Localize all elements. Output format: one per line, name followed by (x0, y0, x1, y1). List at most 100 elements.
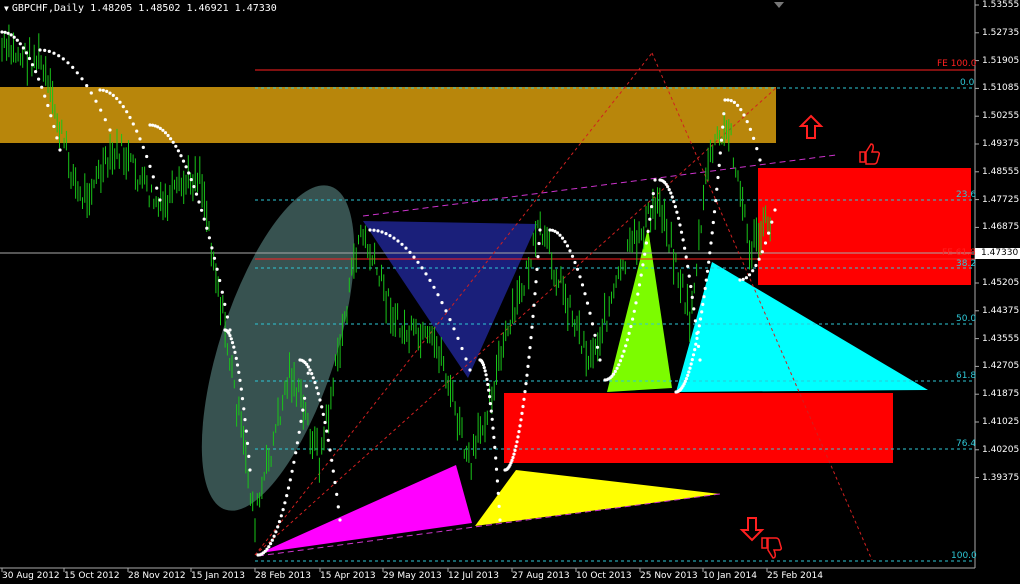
sar-dot (276, 525, 280, 529)
sar-dot (530, 325, 534, 329)
sar-dot (560, 236, 565, 240)
sar-dot (691, 353, 696, 357)
price-tick-label: 1.49375 (982, 139, 1020, 149)
sar-dot (695, 336, 699, 340)
sar-dot (229, 337, 233, 341)
sar-dot (565, 244, 570, 248)
sar-dot (313, 380, 317, 385)
sar-dot (274, 530, 278, 534)
sar-dot (285, 494, 289, 498)
sar-dot (212, 256, 217, 260)
sar-dot (641, 263, 645, 267)
sar-dot (197, 200, 201, 204)
sar-dot (316, 392, 320, 396)
sar-dot (515, 440, 519, 444)
sar-dot (704, 278, 708, 282)
sar-dot (205, 226, 209, 230)
sar-dot (537, 241, 541, 246)
sar-dot (161, 128, 165, 132)
sar-dot (108, 91, 112, 95)
sar-dot (148, 164, 152, 168)
sar-dot (230, 341, 235, 345)
sar-dot (526, 364, 530, 368)
sar-dot (496, 491, 500, 495)
sar-dot (670, 195, 674, 199)
sar-dot (0, 30, 4, 34)
sar-dot (311, 376, 315, 380)
scroll-marker-icon[interactable] (774, 2, 784, 8)
sar-dot (631, 317, 635, 321)
sar-dot (617, 363, 621, 367)
sar-dot (321, 412, 325, 416)
sar-dot (760, 250, 764, 254)
sar-dot (627, 331, 631, 335)
sar-dot (58, 148, 62, 152)
sar-dot (192, 185, 196, 189)
sar-dot (634, 301, 638, 305)
sar-dot (524, 382, 528, 386)
red-supply-zone (758, 168, 971, 285)
sar-dot (529, 336, 533, 340)
sar-dot (653, 178, 657, 182)
magenta-triangle (260, 465, 472, 553)
chart-title: ▼ GBPCHF,Daily 1.48205 1.48502 1.46921 1.… (4, 3, 277, 14)
sar-dot (135, 129, 139, 133)
sar-dot (333, 480, 337, 485)
sar-dot (336, 505, 340, 509)
sar-dot (303, 396, 307, 400)
sar-dot (184, 165, 188, 169)
sar-dot (228, 334, 232, 338)
sar-dot (194, 192, 199, 196)
sar-dot (488, 395, 492, 399)
sar-dot (697, 324, 701, 328)
sar-dot (171, 140, 175, 144)
sar-dot (318, 398, 322, 402)
sar-dot (12, 35, 16, 39)
sar-dot (331, 469, 335, 473)
sar-dot (494, 456, 498, 460)
sar-dot (46, 103, 50, 108)
sar-dot (512, 452, 516, 456)
sar-dot (335, 492, 339, 496)
sar-dot (683, 379, 687, 383)
sar-dot (301, 408, 305, 412)
navy-triangle (363, 221, 537, 378)
sar-dot (108, 128, 112, 132)
sar-dot (243, 418, 247, 422)
sar-dot (492, 435, 496, 439)
sar-dot (688, 366, 692, 370)
sar-dot (684, 255, 688, 259)
sar-dot (738, 278, 742, 282)
sar-dot (558, 233, 562, 237)
sar-dot (6, 31, 10, 35)
sar-dot (751, 269, 755, 273)
sar-dot (292, 460, 296, 464)
price-tick-label: 1.50255 (982, 111, 1020, 122)
sar-dot (528, 346, 532, 350)
price-chart[interactable] (0, 0, 1020, 584)
sar-dot (578, 275, 582, 279)
fe-61-8-label: FE 61.8 (942, 248, 976, 258)
price-tick-label: 1.43555 (982, 333, 1020, 344)
sar-dot (52, 124, 56, 129)
sar-dot (696, 330, 700, 334)
sar-dot (538, 228, 542, 232)
sar-dot (238, 378, 242, 382)
current-price-tag: 1.47330 (975, 248, 1020, 259)
sar-dot (683, 246, 687, 250)
dropdown-triangle-icon[interactable]: ▼ (4, 4, 9, 13)
orange-supply-zone (0, 87, 776, 143)
sar-dot (424, 272, 428, 276)
sar-dot (575, 267, 580, 271)
sar-dot (308, 368, 312, 372)
sar-dot (490, 417, 494, 421)
sar-dot (310, 372, 314, 376)
sar-dot (233, 350, 237, 354)
sar-dot (532, 303, 536, 307)
sar-dot (622, 349, 626, 353)
sar-dot (247, 454, 251, 458)
sar-dot (155, 186, 159, 190)
sar-dot (121, 105, 125, 109)
sar-dot (758, 158, 762, 162)
down-arrow-icon (739, 517, 765, 542)
